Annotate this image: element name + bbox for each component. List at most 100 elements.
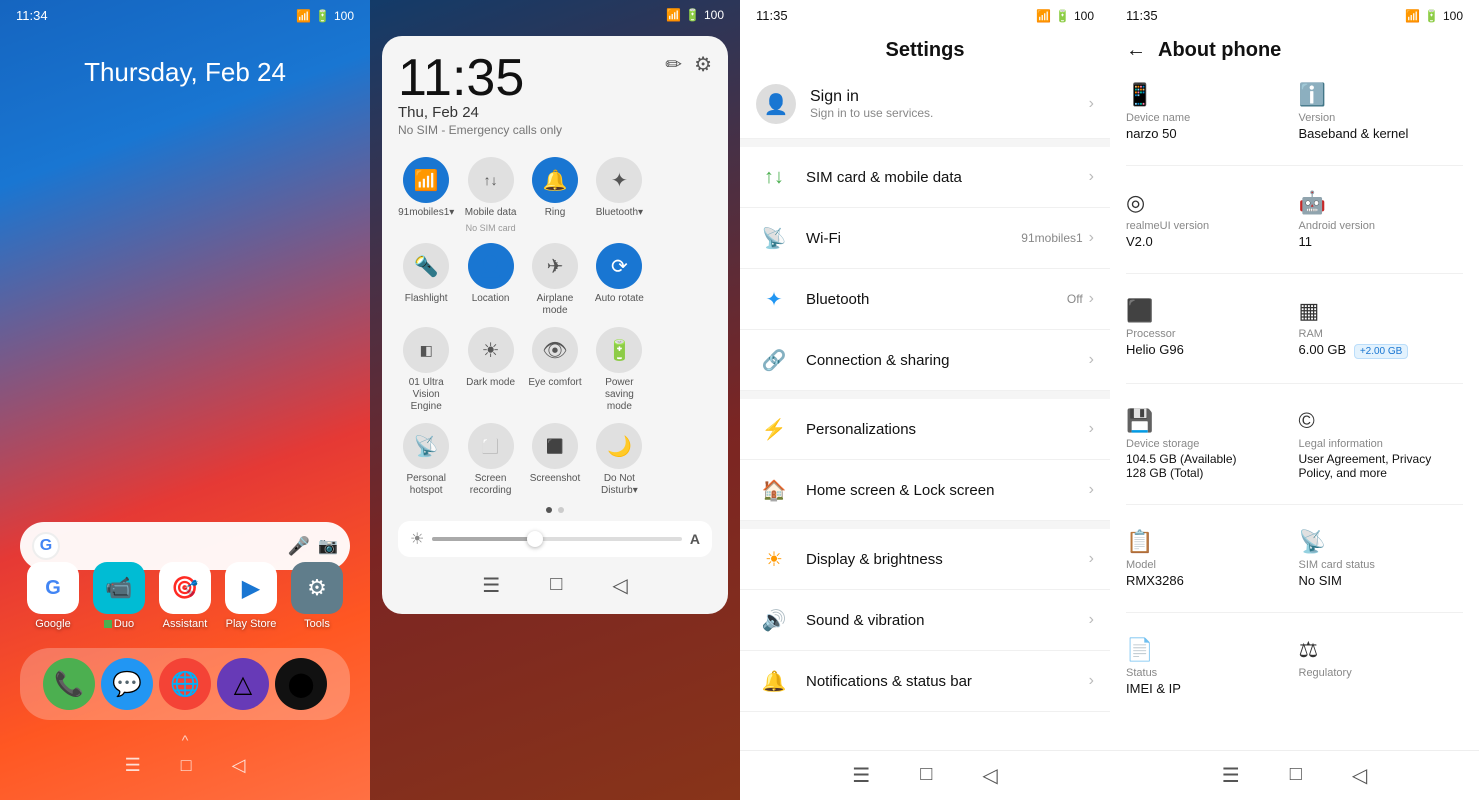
about-version[interactable]: ℹ️ Version Baseband & kernel: [1299, 78, 1464, 145]
settings-bluetooth[interactable]: ✦ Bluetooth Off ›: [740, 269, 1110, 330]
location-tile-btn[interactable]: 👤: [468, 243, 514, 289]
nav-home[interactable]: □: [181, 755, 192, 776]
app-assistant[interactable]: 🎯 Assistant: [155, 562, 215, 630]
about-android-version[interactable]: 🤖 Android version 11: [1299, 186, 1464, 253]
app-google[interactable]: G Google: [23, 562, 83, 630]
about-ui-version[interactable]: ◎ realmeUI version V2.0: [1126, 186, 1291, 253]
settings-wifi[interactable]: 📡 Wi-Fi 91mobiles1 ›: [740, 208, 1110, 269]
eye-tile-btn[interactable]: 👁: [532, 327, 578, 373]
airplane-tile-btn[interactable]: ✈: [532, 243, 578, 289]
tile-location[interactable]: 👤 Location: [462, 243, 518, 317]
rotate-tile-btn[interactable]: ⟳: [596, 243, 642, 289]
about-back-button[interactable]: ←: [1126, 39, 1146, 62]
tile-hotspot[interactable]: 📡 Personal hotspot: [398, 423, 454, 497]
brightness-track[interactable]: [432, 537, 682, 541]
about-storage[interactable]: 💾 Device storage 104.5 GB (Available)128…: [1126, 404, 1291, 484]
app-playstore[interactable]: ▶ Play Store: [221, 562, 281, 630]
bluetooth-tile-btn[interactable]: ✦: [596, 157, 642, 203]
settings-battery-icon: 🔋: [1055, 9, 1070, 23]
shade-wifi-icon: 📶: [666, 8, 681, 22]
settings-signin[interactable]: 👤 Sign in Sign in to use services. ›: [740, 70, 1110, 139]
settings-nav-home[interactable]: □: [920, 763, 932, 788]
app-tools[interactable]: ⚙ Tools: [287, 562, 347, 630]
about-nav-home[interactable]: □: [1290, 763, 1302, 788]
signin-text: Sign in Sign in to use services.: [810, 88, 1089, 120]
tile-screenshot[interactable]: ⬛ Screenshot: [527, 423, 583, 497]
settings-personalizations[interactable]: ⚡ Personalizations ›: [740, 399, 1110, 460]
brightness-thumb[interactable]: [527, 531, 543, 547]
about-processor[interactable]: ⬛ Processor Helio G96: [1126, 294, 1291, 363]
edit-icon[interactable]: ✏: [665, 52, 682, 77]
shade-nav-menu[interactable]: ☰: [482, 573, 500, 598]
settings-homescreen[interactable]: 🏠 Home screen & Lock screen ›: [740, 460, 1110, 521]
homescreen-chevron: ›: [1089, 481, 1094, 499]
tile-dnd[interactable]: 🌙 Do Not Disturb▾: [591, 423, 647, 497]
about-status[interactable]: 📄 Status IMEI & IP: [1126, 633, 1291, 700]
model-icon: 📋: [1126, 529, 1291, 555]
tile-screenrec[interactable]: ⬜ Screen recording: [462, 423, 518, 497]
nav-menu[interactable]: ☰: [125, 755, 141, 776]
settings-display[interactable]: ☀ Display & brightness ›: [740, 529, 1110, 590]
app-duo[interactable]: 📹 Duo: [89, 562, 149, 630]
quick-tiles-row2: 🔦 Flashlight 👤 Location ✈ Airplane mode …: [398, 243, 712, 317]
shade-battery-icon: 🔋: [685, 8, 700, 22]
tile-rotate[interactable]: ⟳ Auto rotate: [591, 243, 647, 317]
tile-mobile-data[interactable]: ↑↓ Mobile data No SIM card: [462, 157, 518, 233]
flashlight-tile-btn[interactable]: 🔦: [403, 243, 449, 289]
version-icon: ℹ️: [1299, 82, 1464, 108]
about-model[interactable]: 📋 Model RMX3286: [1126, 525, 1291, 592]
dock-chrome[interactable]: 🌐: [159, 658, 211, 710]
about-sim-status[interactable]: 📡 SIM card status No SIM: [1299, 525, 1464, 592]
about-nav-menu[interactable]: ☰: [1222, 763, 1240, 788]
screenrec-tile-btn[interactable]: ⬜: [468, 423, 514, 469]
storage-icon: 💾: [1126, 408, 1291, 434]
tile-ring[interactable]: 🔔 Ring: [527, 157, 583, 233]
tile-dark[interactable]: ☀ Dark mode: [462, 327, 518, 413]
lens-icon[interactable]: 📷: [318, 536, 338, 556]
brightness-control: ☀ A: [398, 521, 712, 557]
settings-wifi-icon: 📶: [1036, 9, 1051, 23]
dark-tile-btn[interactable]: ☀: [468, 327, 514, 373]
dnd-tile-btn[interactable]: 🌙: [596, 423, 642, 469]
about-legal[interactable]: © Legal information User Agreement, Priv…: [1299, 404, 1464, 484]
vision-tile-btn[interactable]: ◧: [403, 327, 449, 373]
settings-icon[interactable]: ⚙: [694, 52, 712, 77]
settings-nav-back[interactable]: ◁: [982, 763, 997, 788]
shade-nav-home[interactable]: □: [550, 573, 562, 598]
hotspot-tile-btn[interactable]: 📡: [403, 423, 449, 469]
power-tile-btn[interactable]: 🔋: [596, 327, 642, 373]
about-regulatory[interactable]: ⚖ Regulatory: [1299, 633, 1464, 700]
dock-app4[interactable]: △: [217, 658, 269, 710]
about-grid: 📱 Device name narzo 50 ℹ️ Version Baseba…: [1126, 78, 1463, 700]
connection-icon: 🔗: [756, 342, 792, 378]
settings-sound[interactable]: 🔊 Sound & vibration ›: [740, 590, 1110, 651]
tile-wifi[interactable]: 📶 91mobiles1▾: [398, 157, 454, 233]
tile-flashlight[interactable]: 🔦 Flashlight: [398, 243, 454, 317]
about-nav-back[interactable]: ◁: [1352, 763, 1367, 788]
settings-notifications[interactable]: 🔔 Notifications & status bar ›: [740, 651, 1110, 712]
about-ram[interactable]: ▦ RAM 6.00 GB +2.00 GB: [1299, 294, 1464, 363]
screenshot-tile-btn[interactable]: ⬛: [532, 423, 578, 469]
wifi-tile-btn[interactable]: 📶: [403, 157, 449, 203]
mic-icon[interactable]: 🎤: [288, 536, 310, 557]
tile-vision[interactable]: ◧ 01 Ultra Vision Engine: [398, 327, 454, 413]
settings-sim[interactable]: ↑↓ SIM card & mobile data ›: [740, 147, 1110, 208]
shade-nav-back[interactable]: ◁: [612, 573, 627, 598]
mobile-data-tile-btn[interactable]: ↑↓: [468, 157, 514, 203]
tile-eye[interactable]: 👁 Eye comfort: [527, 327, 583, 413]
notifications-text: Notifications & status bar: [806, 673, 1089, 690]
brightness-fill: [432, 537, 532, 541]
about-wifi-icon: 📶: [1405, 9, 1420, 23]
settings-nav-menu[interactable]: ☰: [852, 763, 870, 788]
dock-camera[interactable]: ⬤: [275, 658, 327, 710]
nav-back[interactable]: ◁: [232, 755, 246, 776]
dot-1: [546, 507, 552, 513]
dock-messages[interactable]: 💬: [101, 658, 153, 710]
dock-phone[interactable]: 📞: [43, 658, 95, 710]
tile-airplane[interactable]: ✈ Airplane mode: [527, 243, 583, 317]
about-device-name[interactable]: 📱 Device name narzo 50: [1126, 78, 1291, 145]
ring-tile-btn[interactable]: 🔔: [532, 157, 578, 203]
tile-power[interactable]: 🔋 Power saving mode: [591, 327, 647, 413]
settings-connection[interactable]: 🔗 Connection & sharing ›: [740, 330, 1110, 391]
tile-bluetooth[interactable]: ✦ Bluetooth▾: [591, 157, 647, 233]
